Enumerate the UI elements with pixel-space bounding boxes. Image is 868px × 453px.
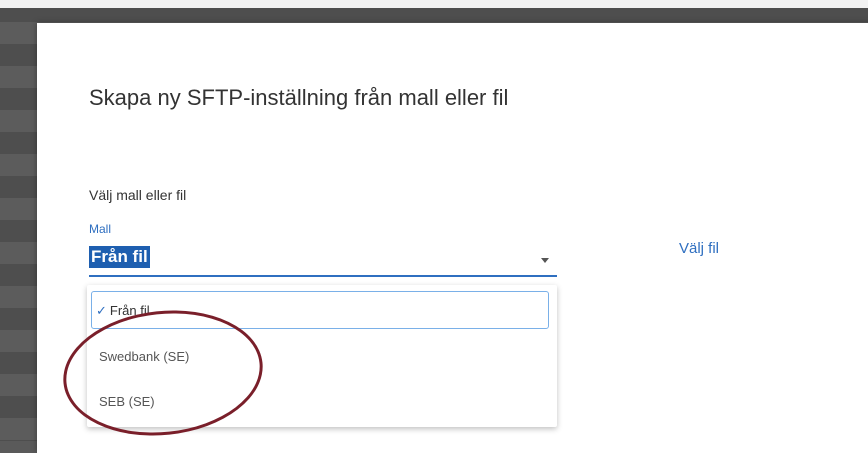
mall-select-value: Från fil — [89, 246, 150, 268]
dropdown-option-seb[interactable]: SEB (SE) — [91, 382, 549, 420]
section-label: Välj mall eller fil — [89, 187, 187, 203]
choose-file-link[interactable]: Välj fil — [679, 240, 719, 257]
dropdown-option-fran-fil[interactable]: ✓ Från fil — [91, 291, 549, 329]
option-text-fran-fil: Från fil — [109, 303, 150, 318]
mall-field-label: Mall — [89, 222, 112, 236]
mall-dropdown-menu: ✓ Från fil Swedbank (SE) SEB (SE) — [87, 285, 557, 427]
chevron-down-icon[interactable] — [541, 258, 549, 263]
create-sftp-dialog: Skapa ny SFTP-inställning från mall elle… — [37, 23, 868, 453]
option-text-seb: SEB (SE) — [99, 394, 155, 409]
top-strip — [0, 0, 868, 8]
option-text-swedbank: Swedbank (SE) — [99, 349, 190, 364]
dropdown-option-label: ✓ Från fil — [96, 303, 150, 319]
checkmark-icon: ✓ — [96, 303, 107, 318]
mall-select[interactable]: Från fil — [89, 237, 557, 277]
dialog-title: Skapa ny SFTP-inställning från mall elle… — [89, 85, 509, 110]
dropdown-option-swedbank[interactable]: Swedbank (SE) — [91, 337, 549, 375]
